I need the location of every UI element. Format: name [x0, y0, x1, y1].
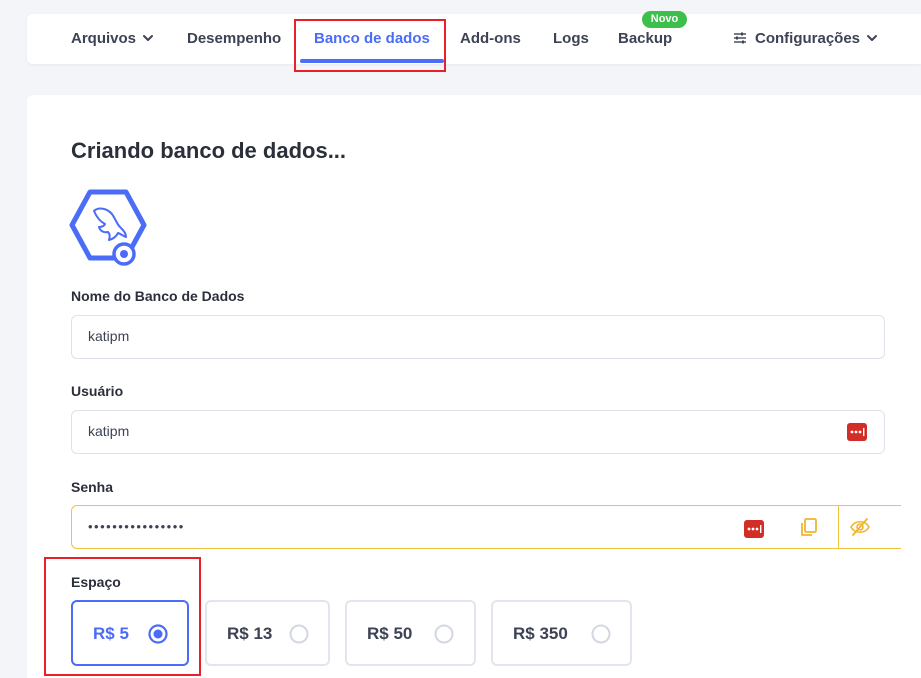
page-title: Criando banco de dados... — [71, 138, 347, 163]
db-name-value: katipm — [88, 328, 130, 344]
db-name-label: Nome do Banco de Dados — [71, 288, 245, 304]
password-manager-icon[interactable] — [847, 422, 867, 442]
password-manager-icon[interactable] — [744, 519, 764, 539]
highlight-box-tab — [294, 19, 446, 72]
radio-selected-icon — [148, 624, 168, 644]
chevron-down-icon — [867, 35, 878, 42]
space-option-label: R$ 350 — [513, 624, 568, 643]
radio-empty-icon — [289, 624, 309, 644]
new-badge: Novo — [642, 11, 687, 28]
nav-arquivos-label: Arquivos — [71, 30, 137, 47]
space-option-label: R$ 5 — [93, 624, 129, 643]
space-option-5[interactable]: R$ 5 — [71, 600, 189, 666]
nav-backup-label: Backup — [618, 30, 673, 47]
space-option-350[interactable]: R$ 350 — [491, 600, 632, 666]
nav-addons[interactable]: Add-ons — [460, 14, 521, 64]
password-divider — [838, 506, 839, 548]
radio-empty-icon — [434, 624, 454, 644]
sliders-icon — [734, 32, 746, 44]
nav-logs-label: Logs — [553, 30, 589, 47]
eye-slash-icon[interactable] — [850, 517, 870, 537]
nav-addons-label: Add-ons — [460, 30, 521, 47]
password-value: •••••••••••••••• — [88, 519, 185, 534]
space-option-label: R$ 13 — [227, 624, 273, 643]
password-input[interactable]: •••••••••••••••• — [71, 505, 901, 549]
nav-logs[interactable]: Logs — [553, 14, 589, 64]
password-label: Senha — [71, 479, 114, 495]
mysql-dolphin-icon — [69, 189, 147, 266]
copy-icon[interactable] — [799, 517, 819, 537]
radio-empty-icon — [591, 624, 611, 644]
space-option-label: R$ 50 — [367, 624, 413, 643]
space-option-50[interactable]: R$ 50 — [345, 600, 476, 666]
user-input[interactable]: katipm — [71, 410, 885, 454]
nav-config-label: Configurações — [755, 30, 861, 47]
nav-desempenho[interactable]: Desempenho — [187, 14, 281, 64]
db-name-input[interactable]: katipm — [71, 315, 885, 359]
chevron-down-icon — [143, 35, 154, 42]
space-option-13[interactable]: R$ 13 — [205, 600, 330, 666]
user-value: katipm — [88, 423, 130, 439]
nav-configuracoes[interactable]: Configurações — [733, 14, 878, 64]
user-label: Usuário — [71, 383, 124, 399]
nav-arquivos[interactable]: Arquivos — [71, 14, 154, 64]
nav-desempenho-label: Desempenho — [187, 30, 282, 47]
